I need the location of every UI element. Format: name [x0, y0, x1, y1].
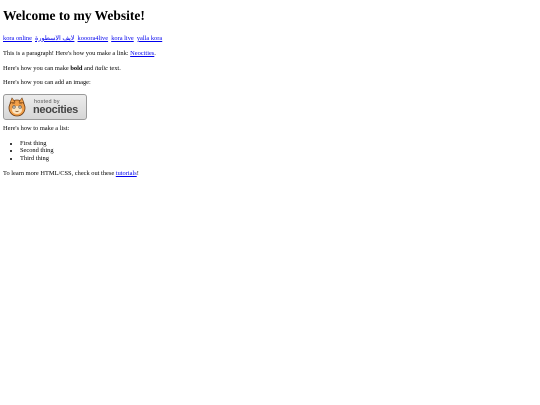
page-title: Welcome to my Website!	[3, 8, 145, 23]
bold-text: bold	[70, 64, 83, 72]
badge-big-text: neocities	[33, 104, 78, 117]
list-item: Second thing	[20, 147, 537, 155]
link-kora-live[interactable]: kora live	[111, 35, 134, 42]
page-content: Welcome to my Website! kora online لايف …	[0, 8, 540, 177]
intro-paragraph: This is a paragraph! Here's how you make…	[3, 50, 537, 57]
hosted-by-neocities-badge[interactable]: hosted by neocities	[3, 94, 87, 121]
list-item: Third thing	[20, 155, 537, 163]
link-kooora4live[interactable]: kooora4live	[78, 35, 109, 42]
outro-suffix: !	[136, 169, 139, 177]
link-yalla-kora[interactable]: yalla kora	[137, 35, 162, 42]
formatting-prefix: Here's how you can make	[3, 64, 71, 72]
italic-text: italic	[94, 64, 109, 72]
outro-prefix: To learn more HTML/CSS, check out these	[3, 169, 116, 177]
intro-end: .	[154, 49, 156, 57]
image-intro: Here's how you can add an image:	[3, 79, 91, 87]
formatting-paragraph: Here's how you can make bold and italic …	[3, 65, 537, 72]
intro-text: This is a paragraph! Here's how you make…	[3, 49, 131, 57]
tutorials-link[interactable]: tutorials	[116, 170, 137, 177]
example-list: First thing Second thing Third thing	[3, 140, 537, 163]
list-item: First thing	[20, 140, 537, 148]
formatting-middle: and	[82, 64, 95, 72]
outro-paragraph: To learn more HTML/CSS, check out these …	[3, 170, 537, 177]
formatting-suffix: text.	[108, 64, 121, 72]
link-row: kora online لايف الاسطورة kooora4live ko…	[3, 35, 537, 42]
neocities-cat-icon	[8, 97, 26, 117]
neocities-link[interactable]: Neocities	[130, 50, 154, 57]
link-kora-online[interactable]: kora online	[3, 35, 32, 42]
list-intro: Here's how to make a list:	[3, 124, 70, 132]
link-live-ostora[interactable]: لايف الاسطورة	[35, 35, 74, 42]
